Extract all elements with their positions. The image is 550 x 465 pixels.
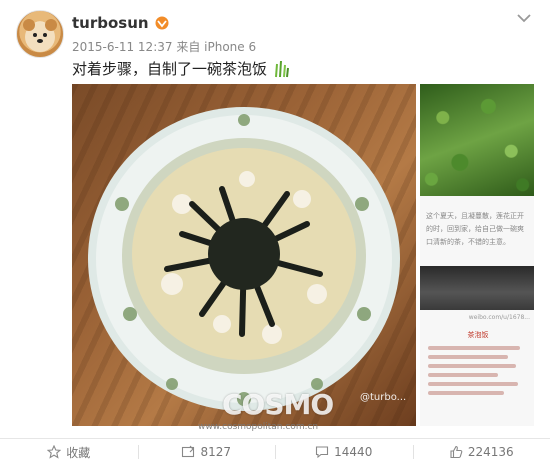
repost-button[interactable]: 8127 bbox=[138, 439, 276, 465]
side-leaves-photo bbox=[420, 84, 534, 196]
step-line bbox=[428, 364, 516, 368]
side-dark-photo bbox=[420, 266, 534, 310]
like-count: 224136 bbox=[468, 445, 514, 459]
post-text: 对着步骤，自制了一碗茶泡饭 bbox=[72, 58, 289, 79]
steps-title: 茶泡饭 bbox=[428, 330, 528, 340]
post-source: 来自 iPhone 6 bbox=[176, 40, 256, 54]
repost-count: 8127 bbox=[200, 445, 231, 459]
chevron-down-icon[interactable] bbox=[516, 12, 532, 24]
step-line bbox=[428, 355, 508, 359]
like-button[interactable]: 224136 bbox=[413, 439, 550, 465]
step-line bbox=[428, 373, 498, 377]
comment-icon bbox=[315, 445, 329, 459]
tea-rice-bowl-illustration bbox=[72, 84, 416, 426]
post-image-tea-rice[interactable] bbox=[72, 84, 416, 426]
watermark-brand: COSMO bbox=[222, 388, 333, 421]
watermark-handle: @turbo... bbox=[360, 392, 406, 403]
post-meta: 2015-6-11 12:37 来自 iPhone 6 bbox=[72, 38, 256, 55]
side-image-article[interactable]: 这个夏天，且凝蔓散，莲花正开的时，回到家，给自己做一碗爽口清新的茶，不错的主意。… bbox=[420, 84, 534, 426]
side-article-text: 这个夏天，且凝蔓散，莲花正开的时，回到家，给自己做一碗爽口清新的茶，不错的主意。 bbox=[426, 210, 528, 253]
vip-badge-icon[interactable] bbox=[154, 16, 170, 30]
username[interactable]: turbosun bbox=[72, 14, 149, 32]
side-caption: weibo.com/u/1678... bbox=[469, 314, 530, 321]
repost-icon bbox=[181, 445, 195, 459]
post-text-content: 对着步骤，自制了一碗茶泡饭 bbox=[72, 58, 267, 79]
side-article-paragraph: 这个夏天，且凝蔓散，莲花正开的时，回到家，给自己做一碗爽口清新的茶，不错的主意。 bbox=[426, 210, 528, 249]
like-icon bbox=[449, 445, 463, 459]
favorite-label: 收藏 bbox=[66, 444, 90, 461]
step-line bbox=[428, 391, 504, 395]
post-date: 2015-6-11 12:37 bbox=[72, 40, 173, 54]
star-icon bbox=[47, 445, 61, 459]
step-line bbox=[428, 346, 520, 350]
comment-count: 14440 bbox=[334, 445, 372, 459]
watermark-url: www.cosmopolitan.com.cn bbox=[198, 422, 318, 432]
side-steps: 茶泡饭 bbox=[428, 330, 528, 400]
grass-emoji-icon bbox=[273, 60, 289, 78]
favorite-button[interactable]: 收藏 bbox=[0, 439, 138, 465]
comment-button[interactable]: 14440 bbox=[275, 439, 413, 465]
avatar[interactable] bbox=[16, 10, 64, 58]
step-line bbox=[428, 382, 518, 386]
dog-avatar-icon bbox=[17, 11, 63, 57]
action-bar: 收藏 8127 14440 224136 bbox=[0, 438, 550, 465]
